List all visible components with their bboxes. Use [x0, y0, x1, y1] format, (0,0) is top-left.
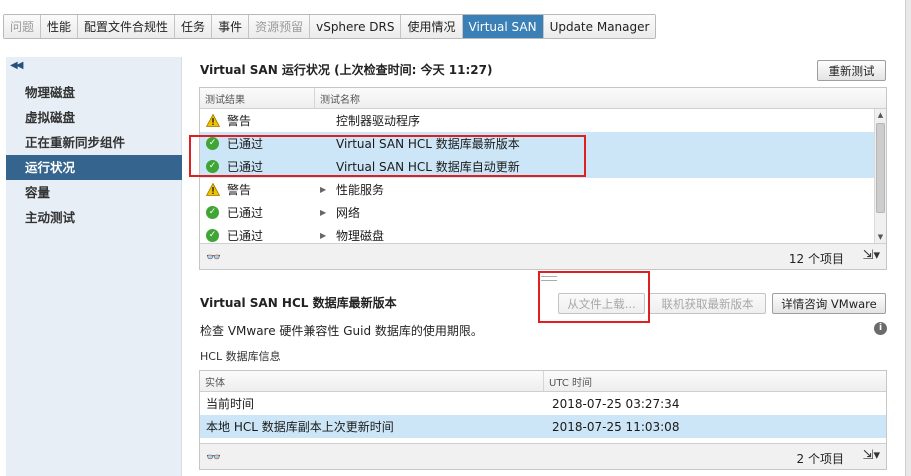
- table-row[interactable]: 警告 ▶ 性能服务: [200, 178, 886, 201]
- get-latest-online-button[interactable]: 联机获取最新版本: [649, 293, 766, 314]
- hcl-info-label: HCL 数据库信息: [200, 350, 281, 363]
- sidebar-item-4[interactable]: 容量: [6, 180, 182, 205]
- table-row[interactable]: 本地 HCL 数据库副本上次更新时间 2018-07-25 11:03:08: [200, 415, 886, 438]
- retest-button[interactable]: 重新测试: [817, 60, 886, 81]
- warning-icon: [206, 183, 220, 196]
- scroll-up-icon[interactable]: ▲: [875, 109, 886, 121]
- tab-6[interactable]: vSphere DRS: [310, 15, 402, 38]
- right-edge-panel: [905, 0, 911, 476]
- hcl-grid: 实体 UTC 时间 当前时间 2018-07-25 03:27:34 本地 HCL …: [199, 370, 887, 470]
- health-grid-footer: 👓 12 个项目 ⇲▾: [200, 243, 886, 269]
- export-icon[interactable]: ⇲▾: [863, 448, 880, 463]
- tab-7[interactable]: 使用情况: [401, 15, 463, 38]
- tab-0[interactable]: 问题: [4, 15, 42, 38]
- status-label: 警告: [227, 114, 252, 128]
- table-row[interactable]: 当前时间 2018-07-25 03:27:34: [200, 392, 886, 415]
- tab-1[interactable]: 性能: [41, 15, 79, 38]
- warning-icon: [206, 114, 220, 127]
- utc-time-cell: 2018-07-25 03:27:34: [552, 396, 680, 411]
- test-name-cell: ▶ 网络: [315, 201, 876, 224]
- scroll-thumb[interactable]: [876, 123, 885, 213]
- tab-8[interactable]: Virtual SAN: [462, 15, 544, 38]
- status-label: 已通过: [227, 206, 264, 220]
- health-scrollbar[interactable]: ▲ ▼: [874, 109, 886, 243]
- test-name-cell: 控制器驱动程序: [315, 109, 876, 132]
- test-name-cell: ▶ 性能服务: [315, 178, 876, 201]
- binoculars-icon[interactable]: 👓: [206, 450, 221, 464]
- hcl-grid-header: 实体 UTC 时间: [200, 371, 886, 392]
- left-nav: ◀◀ 物理磁盘 虚拟磁盘 正在重新同步组件 运行状况 容量 主动测试: [6, 57, 182, 476]
- export-icon[interactable]: ⇲▾: [863, 248, 880, 263]
- status-label: 警告: [227, 183, 252, 197]
- double-chevron-left-icon[interactable]: ◀◀: [10, 60, 23, 71]
- expand-arrow-icon[interactable]: ▶: [320, 185, 336, 194]
- sidebar-item-2[interactable]: 正在重新同步组件: [6, 130, 182, 155]
- hcl-description: 检查 VMware 硬件兼容性 Guid 数据库的使用期限。: [200, 324, 483, 338]
- entity-cell: 本地 HCL 数据库副本上次更新时间: [206, 420, 394, 434]
- item-count: 12 个项目: [788, 252, 844, 266]
- tab-bar: 问题 性能 配置文件合规性 任务 事件 资源预留 vSphere DRS 使用情况 Virtua…: [3, 14, 657, 39]
- highlight-box-rows: [189, 135, 586, 177]
- status-cell: 警告: [200, 109, 315, 132]
- main-panel: Virtual SAN 运行状况 (上次检查时间: 今天 11:27) 重新测试…: [189, 57, 898, 476]
- column-header-entity[interactable]: 实体: [200, 371, 544, 391]
- binoculars-icon[interactable]: 👓: [206, 250, 221, 264]
- item-count: 2 个项目: [796, 452, 844, 466]
- sidebar-item-3[interactable]: 运行状况: [6, 155, 182, 180]
- table-row[interactable]: 警告 控制器驱动程序: [200, 109, 886, 132]
- test-name: 性能服务: [336, 183, 385, 197]
- column-header-result[interactable]: 测试结果: [200, 88, 315, 108]
- expand-arrow-icon[interactable]: ▶: [320, 231, 336, 240]
- status-label: 已通过: [227, 229, 264, 243]
- passed-icon: ✓: [206, 229, 219, 242]
- tab-2[interactable]: 配置文件合规性: [78, 15, 176, 38]
- tab-5[interactable]: 资源预留: [249, 15, 311, 38]
- health-grid: 测试结果 测试名称 警告 控制器驱动程序 ✓ 已通过 Virtual SAN HCL 数…: [199, 87, 887, 270]
- sidebar-item-0[interactable]: 物理磁盘: [6, 80, 182, 105]
- utc-time-cell: 2018-07-25 11:03:08: [552, 419, 680, 434]
- ask-vmware-button[interactable]: 详情咨询 VMware: [772, 293, 886, 314]
- column-header-name[interactable]: 测试名称: [315, 88, 876, 108]
- tab-4[interactable]: 事件: [212, 15, 250, 38]
- highlight-box-upload: [538, 271, 650, 323]
- info-icon[interactable]: i: [874, 322, 887, 335]
- sidebar-item-1[interactable]: 虚拟磁盘: [6, 105, 182, 130]
- health-rows: 警告 控制器驱动程序 ✓ 已通过 Virtual SAN HCL 数据库最新版本 ✓ 已通过…: [200, 109, 886, 247]
- hcl-rows: 当前时间 2018-07-25 03:27:34 本地 HCL 数据库副本上次更新时…: [200, 392, 886, 438]
- hcl-title: Virtual SAN HCL 数据库最新版本: [200, 296, 397, 310]
- test-name: 物理磁盘: [336, 229, 385, 243]
- health-grid-header: 测试结果 测试名称: [200, 88, 886, 109]
- tab-9[interactable]: Update Manager: [543, 15, 656, 38]
- status-cell: 警告: [200, 178, 315, 201]
- scroll-down-icon[interactable]: ▼: [875, 231, 886, 243]
- health-title: Virtual SAN 运行状况 (上次检查时间: 今天 11:27): [200, 63, 493, 77]
- expand-arrow-icon[interactable]: ▶: [320, 208, 336, 217]
- column-header-utc-time[interactable]: UTC 时间: [544, 371, 886, 391]
- tab-3[interactable]: 任务: [175, 15, 213, 38]
- nav-list: 物理磁盘 虚拟磁盘 正在重新同步组件 运行状况 容量 主动测试: [6, 80, 182, 230]
- status-cell: ✓ 已通过: [200, 201, 315, 224]
- test-name: 控制器驱动程序: [336, 114, 421, 128]
- hcl-grid-footer: 👓 2 个项目 ⇲▾: [200, 443, 886, 469]
- test-name: 网络: [336, 206, 361, 220]
- entity-cell: 当前时间: [206, 397, 255, 411]
- passed-icon: ✓: [206, 206, 219, 219]
- sidebar-item-5[interactable]: 主动测试: [6, 205, 182, 230]
- table-row[interactable]: ✓ 已通过 ▶ 网络: [200, 201, 886, 224]
